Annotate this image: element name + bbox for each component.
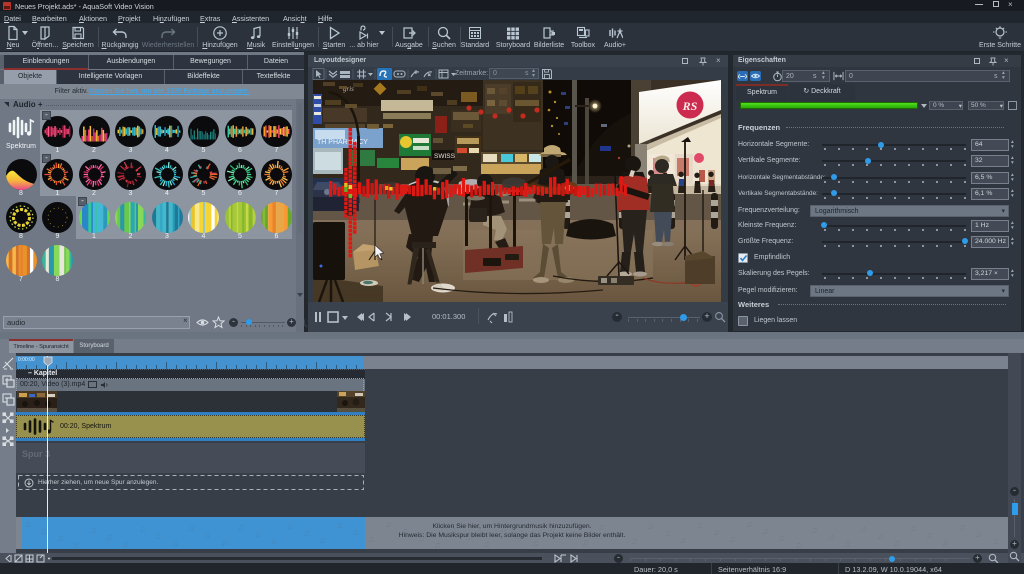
svg-text:SWISS: SWISS [434,153,456,160]
svg-text:TH PHARMACY: TH PHARMACY [317,139,368,146]
svg-text:RS: RS [682,99,698,113]
